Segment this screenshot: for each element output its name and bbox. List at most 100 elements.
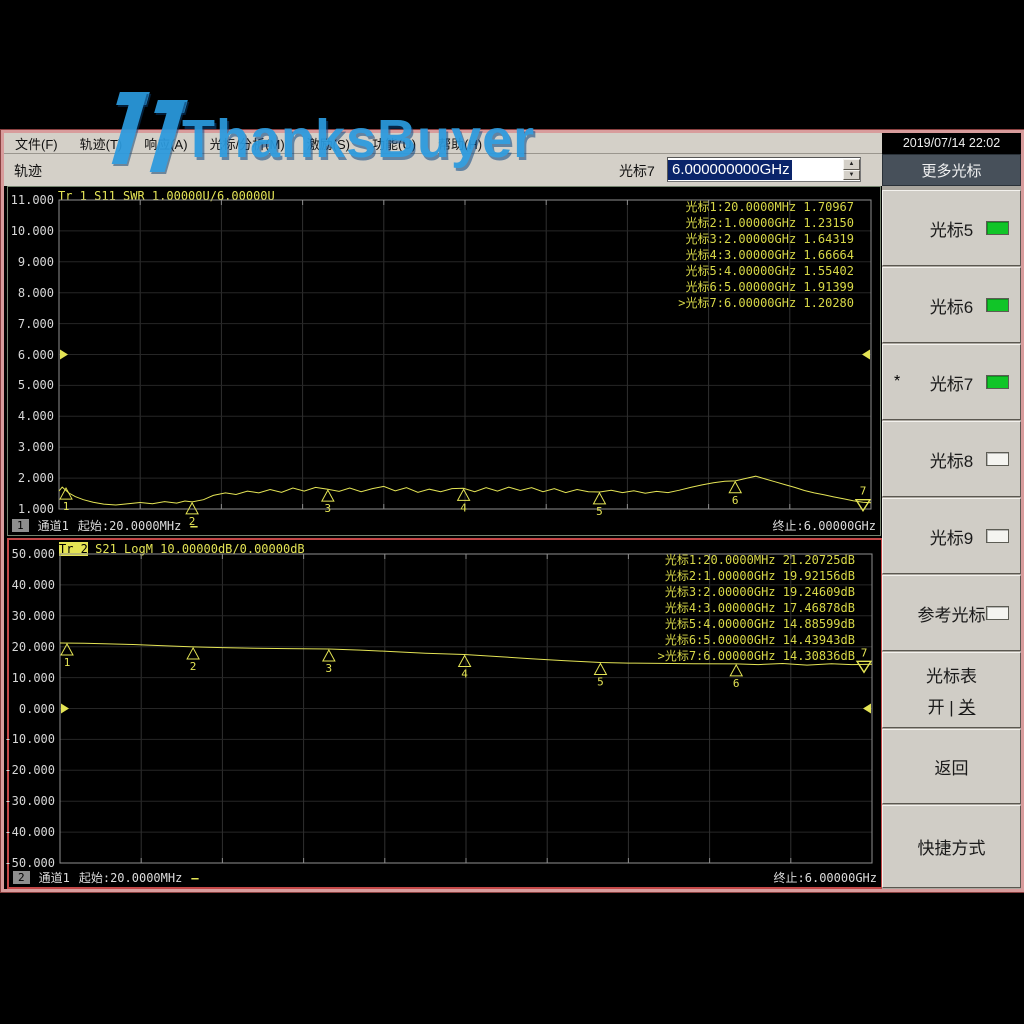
marker-readout-line: 光标3:2.00000GHz 19.24609dB bbox=[658, 584, 855, 600]
svg-text:7: 7 bbox=[860, 485, 867, 498]
softkey-label: 光标8 bbox=[930, 447, 973, 472]
svg-text:3: 3 bbox=[325, 502, 332, 515]
softkey-label: 返回 bbox=[935, 754, 969, 779]
marker-readout-line: 光标5:4.00000GHz 14.88599dB bbox=[658, 616, 855, 632]
start-frequency-label: 起始:20.0000MHz bbox=[78, 517, 181, 534]
y-axis-tick-label: 8.000 bbox=[18, 286, 54, 300]
plot-window-2[interactable]: Tr 2 S21 LogM 10.00000dB/0.00000dB 50.00… bbox=[7, 538, 883, 889]
y-axis-tick-label: -20.000 bbox=[4, 763, 55, 777]
datetime-label: 2019/07/14 22:02 bbox=[882, 133, 1021, 153]
svg-text:1: 1 bbox=[64, 656, 71, 669]
instrument-screen: Tr 1 S11 SWR 1.00000U/6.00000U 11.00010.… bbox=[4, 186, 882, 889]
softkey-label: 光标6 bbox=[930, 293, 973, 318]
marker-readout-line: 光标4:3.00000GHz 1.66664 bbox=[678, 247, 854, 263]
menu-item[interactable]: 激励(S) bbox=[296, 134, 361, 153]
start-frequency-label: 起始:20.0000MHz bbox=[79, 869, 182, 886]
svg-text:4: 4 bbox=[461, 668, 468, 681]
softkey-menu-title: 更多光标 bbox=[882, 154, 1021, 186]
channel-badge: 1 bbox=[12, 519, 29, 532]
spinner-down-button[interactable]: ▼ bbox=[843, 170, 860, 181]
y-axis-tick-label: -50.000 bbox=[4, 856, 55, 870]
watermark-logo-icon bbox=[154, 100, 188, 113]
marker-readout-line: 光标2:1.00000GHz 19.92156dB bbox=[658, 568, 855, 584]
marker-entry-label: 光标7 bbox=[619, 161, 655, 181]
y-axis-tick-label: 10.000 bbox=[11, 224, 54, 238]
y-axis-tick-label: 30.000 bbox=[12, 609, 55, 623]
menu-item[interactable]: 响应(A) bbox=[133, 134, 198, 153]
softkey-返回[interactable]: 返回 bbox=[882, 729, 1021, 804]
plot-window-1[interactable]: Tr 1 S11 SWR 1.00000U/6.00000U 11.00010.… bbox=[7, 186, 881, 536]
softkey-label: 参考光标 bbox=[918, 601, 986, 626]
marker-readout-line: 光标3:2.00000GHz 1.64319 bbox=[678, 231, 854, 247]
y-axis-tick-label: 2.000 bbox=[18, 471, 54, 485]
vna-app-window: 文件(F)轨迹(T)响应(A)光标/分析(M)激励(S)功能(U)帮助(H) 2… bbox=[1, 130, 1024, 892]
stop-frequency-label: 终止:6.00000GHz bbox=[773, 517, 876, 534]
softkey-led-indicator bbox=[986, 606, 1009, 620]
marker-readout-line: 光标1:20.0000MHz 1.70967 bbox=[678, 199, 854, 215]
menu-item[interactable]: 文件(F) bbox=[4, 134, 69, 153]
y-axis-tick-label: 9.000 bbox=[18, 255, 54, 269]
softkey-led-indicator bbox=[986, 375, 1009, 389]
softkey-光标8[interactable]: 光标8 bbox=[882, 421, 1021, 497]
softkey-led-indicator bbox=[986, 452, 1009, 466]
svg-text:2: 2 bbox=[190, 660, 197, 673]
softkey-光标9[interactable]: 光标9 bbox=[882, 498, 1021, 574]
plot1-status-bar: 1 通道1 起始:20.0000MHz — 终止:6.00000GHz bbox=[12, 518, 876, 533]
y-axis-tick-label: 11.000 bbox=[11, 193, 54, 207]
y-axis-tick-label: -10.000 bbox=[4, 732, 55, 746]
y-axis-tick-label: 10.000 bbox=[12, 671, 55, 685]
softkey-label: 光标9 bbox=[930, 524, 973, 549]
y-axis-tick-label: 5.000 bbox=[18, 378, 54, 392]
trace-color-legend: — bbox=[190, 519, 197, 533]
softkey-label: 光标表 bbox=[926, 662, 977, 687]
y-axis-tick-label: 3.000 bbox=[18, 440, 54, 454]
y-axis-tick-label: -30.000 bbox=[4, 794, 55, 808]
y-axis-tick-label: 7.000 bbox=[18, 317, 54, 331]
softkey-光标5[interactable]: 光标5 bbox=[882, 190, 1021, 266]
menu-bar: 文件(F)轨迹(T)响应(A)光标/分析(M)激励(S)功能(U)帮助(H) bbox=[4, 133, 882, 154]
channel-badge: 2 bbox=[13, 871, 30, 884]
svg-text:5: 5 bbox=[597, 676, 604, 689]
softkey-光标6[interactable]: 光标6 bbox=[882, 267, 1021, 343]
svg-text:4: 4 bbox=[460, 501, 467, 514]
y-axis-tick-label: -40.000 bbox=[4, 825, 55, 839]
softkey-led-indicator bbox=[986, 221, 1009, 235]
svg-text:7: 7 bbox=[861, 646, 868, 659]
softkey-光标7[interactable]: * 光标7 bbox=[882, 344, 1021, 420]
marker-readout-line: >光标7:6.00000GHz 1.20280 bbox=[678, 295, 854, 311]
marker-readout-line: 光标6:5.00000GHz 1.91399 bbox=[678, 279, 854, 295]
svg-text:6: 6 bbox=[733, 677, 740, 690]
plot1-y-axis: 11.00010.0009.0008.0007.0006.0005.0004.0… bbox=[8, 187, 56, 535]
svg-text:3: 3 bbox=[326, 662, 333, 675]
menu-item[interactable]: 轨迹(T) bbox=[69, 134, 134, 153]
menu-item[interactable]: 帮助(H) bbox=[427, 134, 493, 153]
y-axis-tick-label: 4.000 bbox=[18, 409, 54, 423]
marker-frequency-input[interactable]: 6.000000000GHz ▲ ▼ bbox=[667, 157, 861, 182]
svg-text:1: 1 bbox=[63, 500, 70, 513]
marker-readout-line: 光标1:20.0000MHz 21.20725dB bbox=[658, 552, 855, 568]
menu-item[interactable]: 功能(U) bbox=[361, 134, 427, 153]
frequency-spinner: ▲ ▼ bbox=[843, 159, 860, 180]
toolbar: 轨迹 光标7 6.000000000GHz ▲ ▼ bbox=[4, 154, 882, 187]
softkey-toggle-state: 开 | 关 bbox=[928, 693, 976, 718]
softkey-快捷方式[interactable]: 快捷方式 bbox=[882, 805, 1021, 888]
plot2-status-bar: 2 通道1 起始:20.0000MHz — 终止:6.00000GHz bbox=[13, 870, 877, 885]
marker-readout-line: >光标7:6.00000GHz 14.30836dB bbox=[658, 648, 855, 664]
menu-item[interactable]: 光标/分析(M) bbox=[199, 134, 296, 153]
trace-toolbar-label[interactable]: 轨迹 bbox=[14, 161, 42, 181]
marker-readout-line: 光标4:3.00000GHz 17.46878dB bbox=[658, 600, 855, 616]
y-axis-tick-label: 0.000 bbox=[19, 702, 55, 716]
marker-readout-line: 光标2:1.00000GHz 1.23150 bbox=[678, 215, 854, 231]
softkey-光标表[interactable]: 光标表开 | 关 bbox=[882, 652, 1021, 728]
plot1-marker-readouts: 光标1:20.0000MHz 1.70967 光标2:1.00000GHz 1.… bbox=[678, 199, 854, 311]
marker-readout-line: 光标5:4.00000GHz 1.55402 bbox=[678, 263, 854, 279]
active-softkey-star: * bbox=[894, 373, 900, 391]
stop-frequency-label: 终止:6.00000GHz bbox=[774, 869, 877, 886]
svg-text:5: 5 bbox=[596, 505, 603, 518]
svg-text:6: 6 bbox=[732, 494, 739, 507]
softkey-led-indicator bbox=[986, 529, 1009, 543]
trace-color-legend: — bbox=[191, 871, 198, 885]
spinner-up-button[interactable]: ▲ bbox=[843, 159, 860, 170]
softkey-label: 光标7 bbox=[930, 370, 973, 395]
softkey-参考光标[interactable]: 参考光标 bbox=[882, 575, 1021, 651]
